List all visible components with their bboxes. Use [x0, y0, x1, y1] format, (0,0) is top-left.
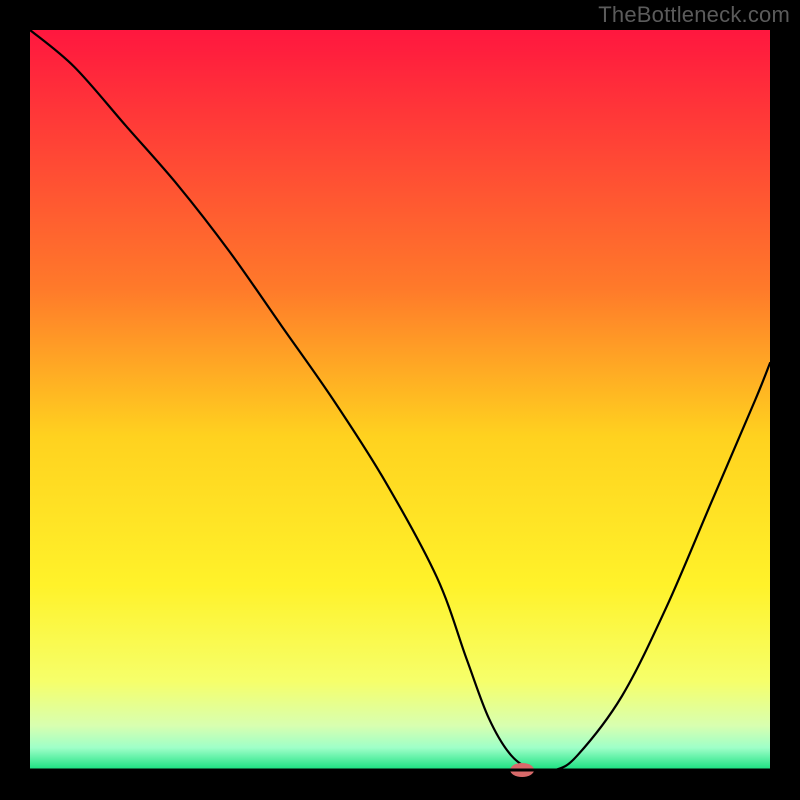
gradient-background [30, 30, 770, 770]
watermark-text: TheBottleneck.com [598, 2, 790, 28]
chart-frame: TheBottleneck.com [0, 0, 800, 800]
bottleneck-chart [0, 0, 800, 800]
